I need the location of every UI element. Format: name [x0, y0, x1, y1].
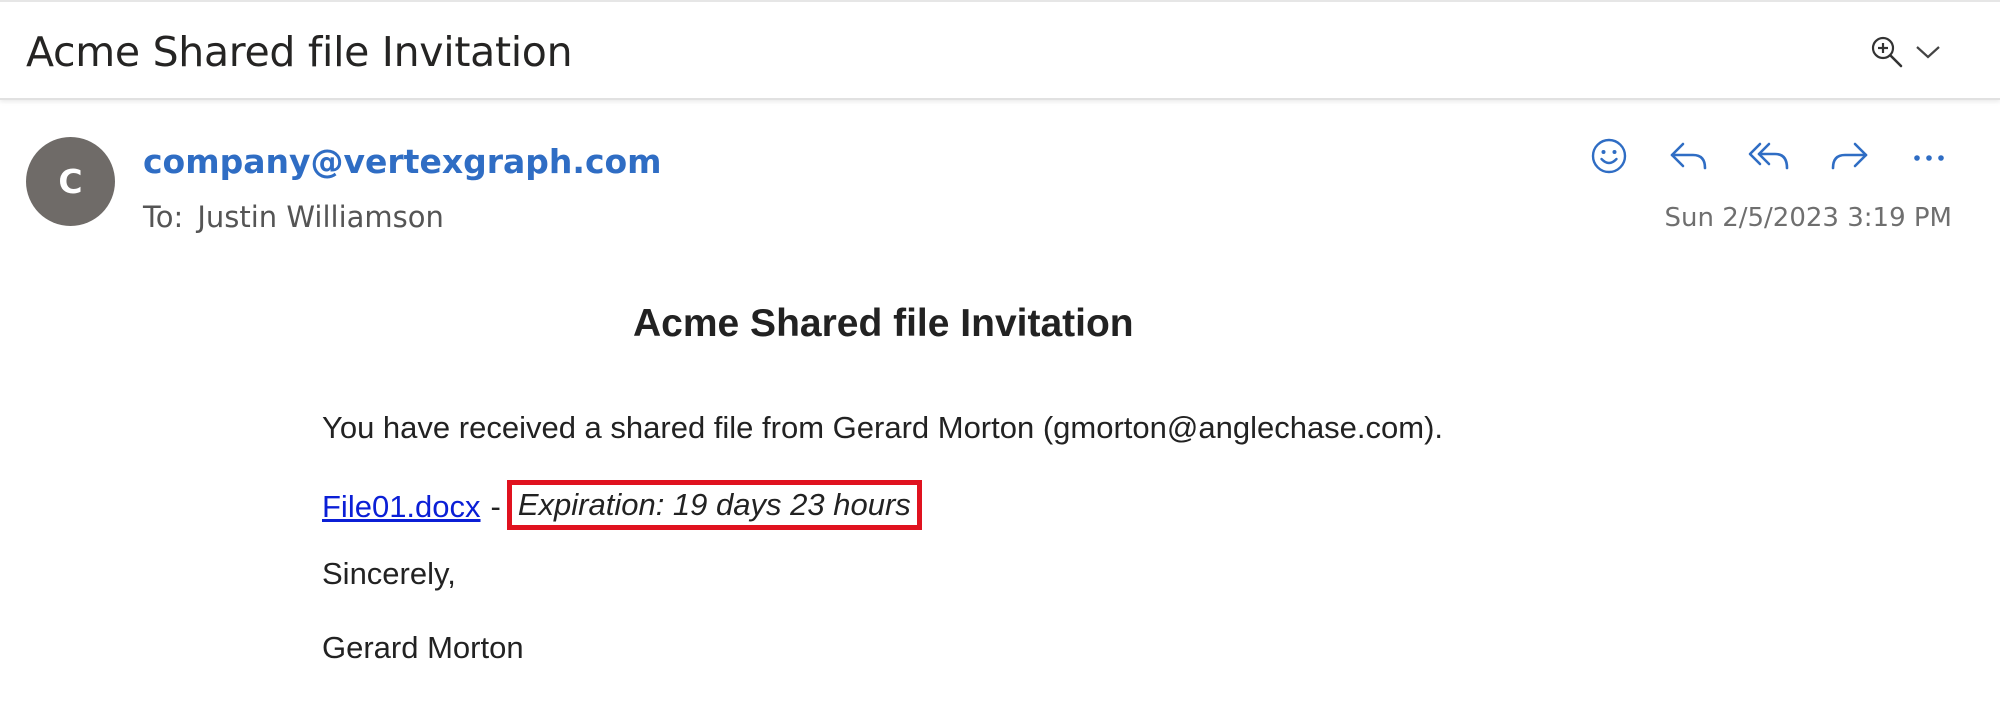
message-actions-toolbar: [1583, 130, 1955, 182]
expiration-text: Expiration: 19 days 23 hours: [517, 487, 911, 522]
sender-avatar[interactable]: C: [26, 137, 115, 226]
message-timestamp: Sun 2/5/2023 3:19 PM: [1664, 203, 1952, 233]
body-heading: Acme Shared file Invitation: [633, 302, 1134, 345]
sender-address[interactable]: company@vertexgraph.com: [143, 142, 662, 181]
file-link[interactable]: File01.docx: [322, 489, 481, 524]
chevron-down-icon[interactable]: [1914, 43, 1942, 61]
email-subject: Acme Shared file Invitation: [26, 28, 573, 76]
more-actions-icon[interactable]: [1903, 130, 1955, 182]
to-label: To:: [143, 200, 184, 234]
subject-header: Acme Shared file Invitation: [0, 0, 2000, 100]
zoom-in-icon[interactable]: [1870, 35, 1904, 69]
forward-icon[interactable]: [1823, 130, 1875, 182]
reply-all-icon[interactable]: [1743, 130, 1795, 182]
closing-text: Sincerely,: [322, 556, 456, 591]
emoji-react-icon[interactable]: [1583, 130, 1635, 182]
reply-icon[interactable]: [1663, 130, 1715, 182]
body-intro: You have received a shared file from Ger…: [322, 410, 1444, 445]
expiration-highlight-box: Expiration: 19 days 23 hours: [506, 480, 922, 530]
signature-text: Gerard Morton: [322, 630, 524, 665]
zoom-control[interactable]: [1870, 30, 1950, 74]
recipient-name[interactable]: Justin Williamson: [197, 200, 444, 234]
recipient-line: To: Justin Williamson: [143, 200, 444, 234]
separator: -: [490, 489, 501, 524]
email-reading-pane: Acme Shared file Invitation C company@ve…: [0, 0, 2000, 725]
file-line: File01.docx - Expiration: 19 days 23 hours: [322, 480, 922, 532]
